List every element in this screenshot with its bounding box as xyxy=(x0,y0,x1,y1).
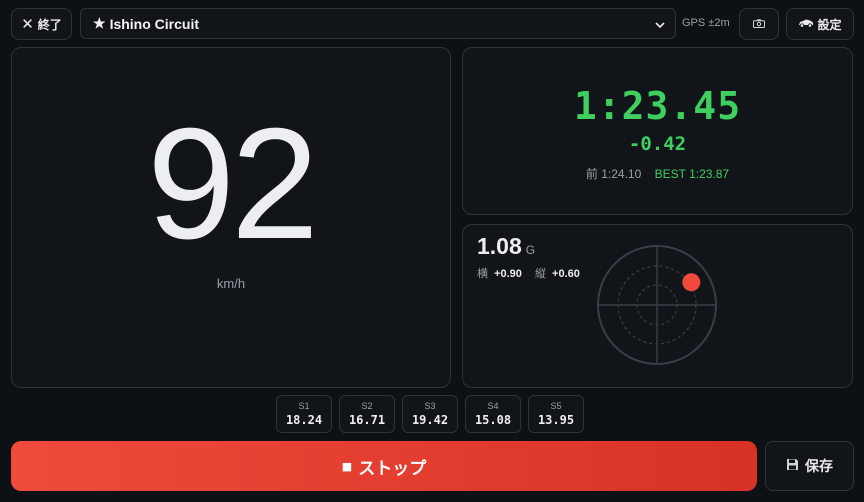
g-circle xyxy=(597,245,717,365)
sector-time: 19.42 xyxy=(411,413,449,427)
close-label: 終了 xyxy=(37,17,62,32)
g-dot xyxy=(682,273,701,292)
g-total: 1.08 G xyxy=(477,233,535,260)
stop-button[interactable]: ■ ストップ xyxy=(11,441,757,491)
close-button[interactable]: ✕ 終了 xyxy=(11,8,72,40)
camera-icon xyxy=(753,17,765,31)
sector-card: S3 19.42 xyxy=(402,395,458,433)
close-icon: ✕ xyxy=(21,14,34,33)
sector-times: S1 18.24 S2 16.71 S3 19.42 S4 15.08 S5 1… xyxy=(276,395,584,433)
floppy-disk-icon xyxy=(786,458,799,475)
car-icon xyxy=(798,17,814,31)
lap-delta: -0.42 xyxy=(628,133,687,155)
track-select[interactable]: ★ Ishino Circuit xyxy=(80,8,676,39)
sector-time: 18.24 xyxy=(285,413,323,427)
g-force-panel: 1.08 G 横 +0.90 縦 +0.60 xyxy=(462,224,853,388)
sector-card: S5 13.95 xyxy=(528,395,584,433)
sector-time: 15.08 xyxy=(474,413,512,427)
track-name: Ishino Circuit xyxy=(109,15,200,32)
settings-label: 設定 xyxy=(817,17,842,32)
lateral-label: 横 xyxy=(477,268,488,280)
sector-name: S2 xyxy=(361,401,373,411)
g-components: 横 +0.90 縦 +0.60 xyxy=(477,265,590,281)
speed-unit: km/h xyxy=(216,276,246,291)
gps-status: GPS ±2m xyxy=(682,17,730,29)
longitudinal-value: +0.60 xyxy=(552,268,580,280)
longitudinal-label: 縦 xyxy=(534,268,546,280)
sector-name: S4 xyxy=(487,401,499,411)
chevron-down-icon xyxy=(655,16,665,32)
lap-reference-row: 前 1:24.10 BEST 1:23.87 xyxy=(463,165,852,182)
save-button[interactable]: 保存 xyxy=(765,441,854,491)
lap-timer-panel: 1:23.45 -0.42 前 1:24.10 BEST 1:23.87 xyxy=(462,47,853,215)
sector-card: S2 16.71 xyxy=(339,395,395,433)
best-lap: BEST 1:23.87 xyxy=(654,167,730,181)
sector-name: S5 xyxy=(550,401,562,411)
previous-lap: 前 1:24.10 xyxy=(585,167,642,181)
sector-card: S1 18.24 xyxy=(276,395,332,433)
stop-label: ストップ xyxy=(358,458,427,479)
g-unit: G xyxy=(525,243,536,257)
save-label: 保存 xyxy=(805,459,833,475)
sector-name: S1 xyxy=(298,401,310,411)
speed-value: 92 xyxy=(147,96,319,272)
camera-button[interactable] xyxy=(739,8,779,40)
star-icon: ★ xyxy=(93,15,106,31)
g-total-value: 1.08 xyxy=(477,233,522,259)
current-lap-time: 1:23.45 xyxy=(573,84,742,128)
sector-time: 16.71 xyxy=(348,413,386,427)
lateral-value: +0.90 xyxy=(494,268,522,280)
settings-button[interactable]: 設定 xyxy=(786,8,854,40)
sector-name: S3 xyxy=(424,401,436,411)
stop-icon: ■ xyxy=(341,459,353,473)
sector-card: S4 15.08 xyxy=(465,395,521,433)
speed-panel: 92 km/h xyxy=(11,47,451,388)
sector-time: 13.95 xyxy=(537,413,575,427)
